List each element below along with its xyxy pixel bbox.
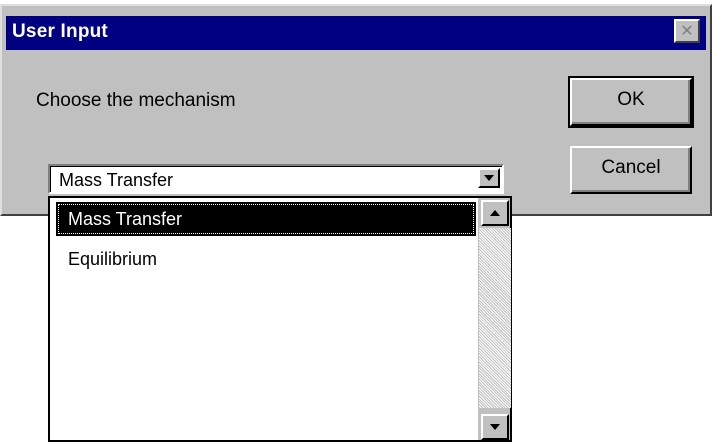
dialog-title: User Input bbox=[12, 21, 108, 42]
ok-button[interactable]: OK bbox=[568, 76, 694, 128]
scrollbar-track[interactable] bbox=[479, 228, 511, 408]
close-icon: ✕ bbox=[680, 21, 694, 40]
combobox-value: Mass Transfer bbox=[59, 170, 174, 190]
combobox-field: Mass Transfer bbox=[50, 166, 502, 192]
mechanism-combobox[interactable]: Mass Transfer bbox=[48, 164, 504, 194]
scroll-up-button[interactable] bbox=[481, 200, 509, 226]
screen: User Input ✕ Choose the mechanism OK Can… bbox=[0, 0, 720, 442]
list-item-mass-transfer[interactable]: Mass Transfer bbox=[56, 202, 476, 236]
combobox-dropdown-button[interactable] bbox=[478, 168, 500, 188]
prompt-label: Choose the mechanism bbox=[36, 90, 236, 111]
mechanism-dropdown-list: Mass Transfer Equilibrium bbox=[48, 196, 512, 442]
title-bar[interactable]: User Input ✕ bbox=[6, 16, 706, 50]
list-item-equilibrium[interactable]: Equilibrium bbox=[56, 242, 476, 276]
arrow-up-icon bbox=[490, 210, 500, 216]
scroll-down-button[interactable] bbox=[481, 414, 509, 440]
chevron-down-icon bbox=[484, 175, 494, 181]
dropdown-scrollbar[interactable] bbox=[478, 198, 511, 440]
cancel-button[interactable]: Cancel bbox=[570, 146, 692, 194]
arrow-down-icon bbox=[490, 424, 500, 430]
close-button[interactable]: ✕ bbox=[674, 19, 700, 43]
